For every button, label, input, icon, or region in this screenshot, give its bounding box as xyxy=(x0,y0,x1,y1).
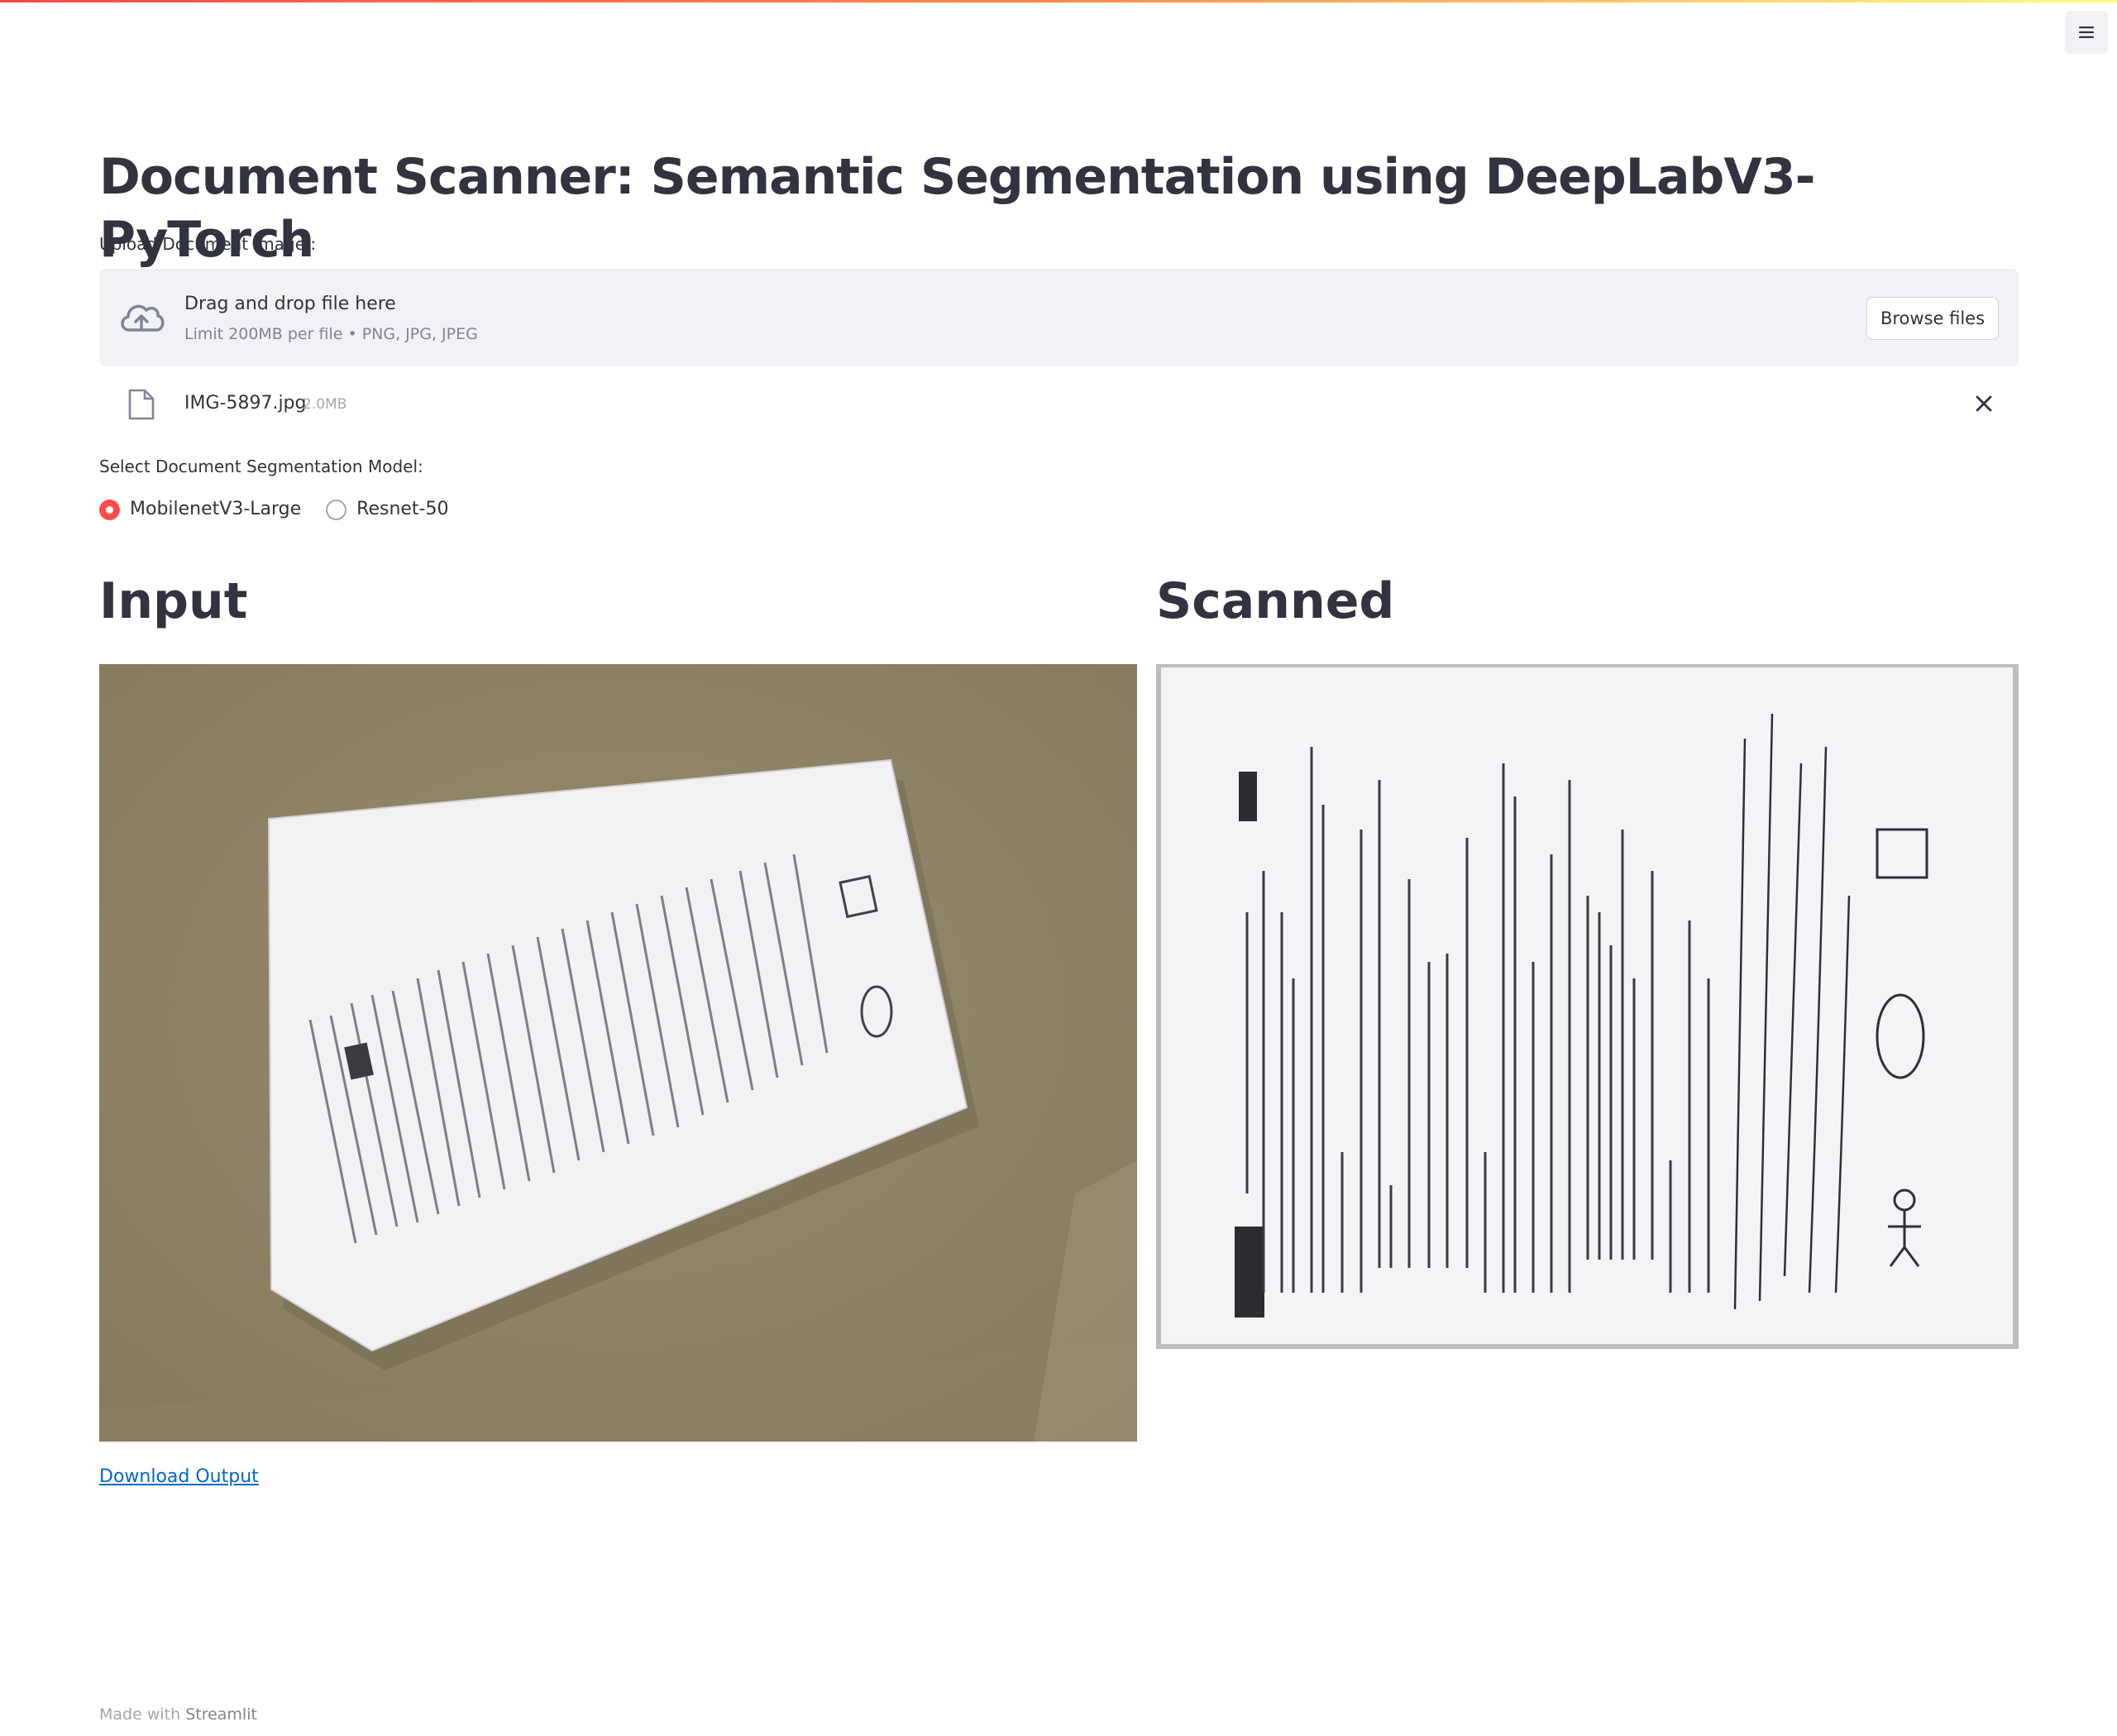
file-icon xyxy=(128,389,155,420)
upload-label: Upload Document Image : xyxy=(99,234,317,254)
footer-prefix: Made with xyxy=(99,1705,181,1724)
uploaded-file-size: 2.0MB xyxy=(303,396,347,413)
main-menu-button[interactable] xyxy=(2065,11,2108,54)
footer: Made with Streamlit xyxy=(99,1704,257,1725)
radio-label-resnet: Resnet-50 xyxy=(356,499,449,519)
dropzone-limit-text: Limit 200MB per file • PNG, JPG, JPEG xyxy=(184,325,478,343)
radio-selected-icon[interactable] xyxy=(99,499,120,520)
input-image xyxy=(99,664,1137,1442)
page-title: Document Scanner: Semantic Segmentation … xyxy=(99,148,1815,269)
input-heading: Input xyxy=(99,572,248,630)
browse-files-button[interactable]: Browse files xyxy=(1866,297,1999,340)
uploaded-file-row: IMG-5897.jpg 2.0MB xyxy=(99,382,2019,425)
close-icon[interactable] xyxy=(1972,392,1995,415)
streamlit-link[interactable]: Streamlit xyxy=(185,1705,257,1724)
hamburger-menu-icon xyxy=(2079,26,2094,38)
radio-unselected-icon[interactable] xyxy=(326,499,347,520)
model-select-label: Select Document Segmentation Model: xyxy=(99,457,423,476)
uploaded-file-name: IMG-5897.jpg xyxy=(184,393,307,414)
file-dropzone[interactable]: Drag and drop file here Limit 200MB per … xyxy=(99,269,2019,366)
cloud-upload-icon xyxy=(121,304,165,332)
scanned-heading: Scanned xyxy=(1156,572,1395,630)
model-radio-group: MobilenetV3-Large Resnet-50 xyxy=(99,493,474,526)
scanned-output-image xyxy=(1156,664,2019,1349)
dropzone-title: Drag and drop file here xyxy=(184,294,396,314)
radio-option-mobilenet[interactable]: MobilenetV3-Large xyxy=(99,497,301,522)
download-output-link[interactable]: Download Output xyxy=(99,1464,259,1490)
radio-label-mobilenet: MobilenetV3-Large xyxy=(130,499,302,519)
top-decoration-bar xyxy=(0,0,2117,2)
radio-option-resnet[interactable]: Resnet-50 xyxy=(326,497,449,522)
